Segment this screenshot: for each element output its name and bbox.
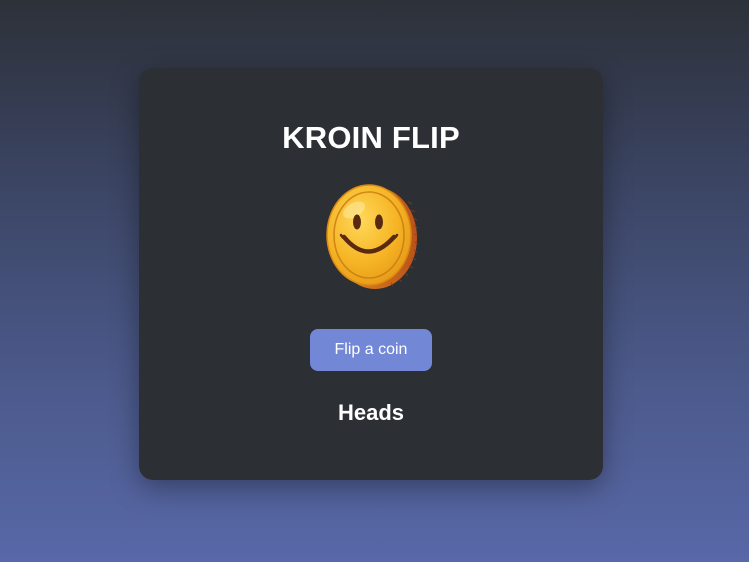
app-title: KROIN FLIP xyxy=(282,120,460,155)
smiley-coin-icon xyxy=(324,182,420,292)
coin-flip-card: KROIN FLIP Flip a coin Heads xyxy=(139,68,603,480)
flip-result-text: Heads xyxy=(337,400,405,425)
flip-coin-button[interactable]: Flip a coin xyxy=(310,329,432,371)
